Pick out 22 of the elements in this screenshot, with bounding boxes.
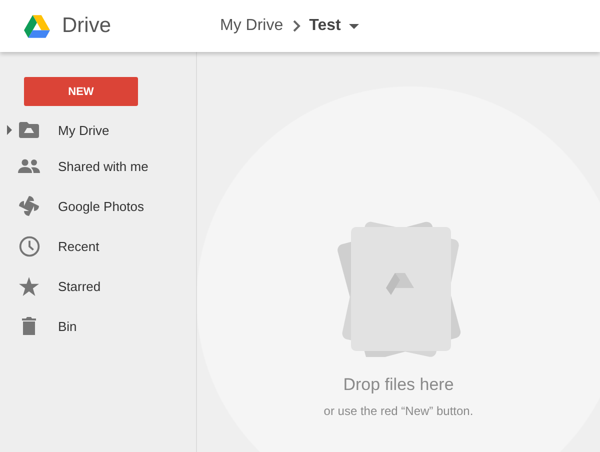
drive-logo-icon [24,14,50,38]
clock-icon [18,236,40,256]
star-icon [19,276,39,296]
trash-icon [22,317,36,335]
nav-item[interactable]: Google Photos [0,186,196,226]
dropdown-caret-icon[interactable] [348,24,359,28]
nav-item[interactable]: Starred [0,266,196,306]
expand-arrow-icon[interactable] [7,125,12,135]
empty-state-hint: or use the red “New” button. [324,404,474,418]
empty-state-title: Drop files here [343,375,454,395]
nav-item[interactable]: Bin [0,306,196,346]
breadcrumb-link[interactable]: My Drive [220,17,284,35]
nav-item[interactable]: Shared with me [0,146,196,186]
people-icon [18,159,40,173]
nav-item[interactable]: My Drive [0,114,196,146]
pinwheel-icon [19,196,39,216]
new-button[interactable]: NEW [24,77,138,106]
chevron-right-icon [293,20,302,32]
app-name: Drive [62,14,112,38]
drive-folder-icon [19,122,39,138]
nav-item[interactable]: Recent [0,226,196,266]
current-folder-menu[interactable]: Test [309,17,341,35]
